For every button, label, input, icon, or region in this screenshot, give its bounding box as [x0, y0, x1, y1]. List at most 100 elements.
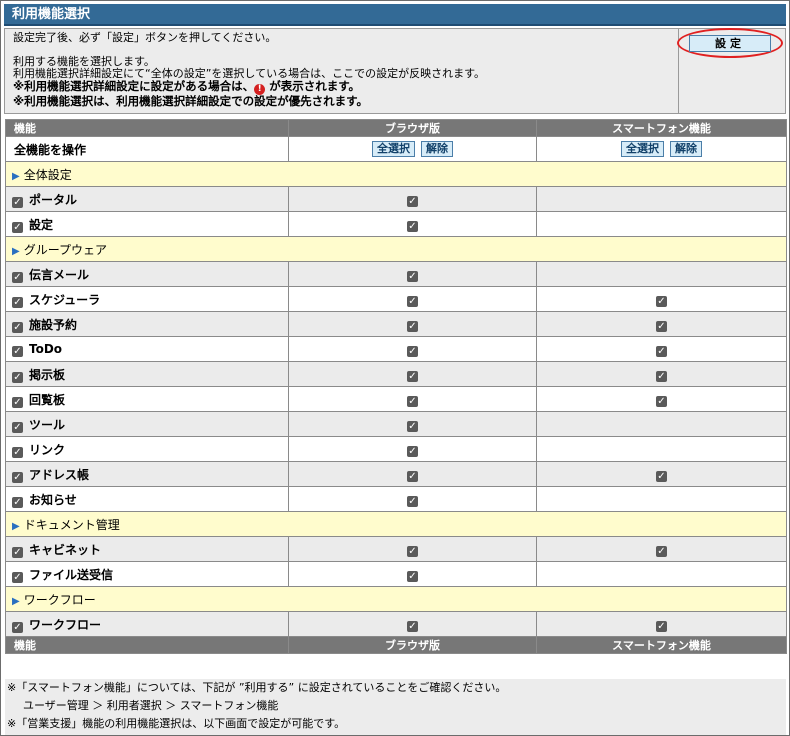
function-label: 伝言メール — [29, 267, 90, 282]
browser-cell: ✓ — [288, 561, 537, 587]
smartphone-checkbox[interactable]: ✓ — [656, 545, 667, 557]
function-checkbox[interactable]: ✓ — [12, 345, 23, 357]
smartphone-cell: ✓ — [536, 336, 787, 362]
section-title: グループウェア — [23, 242, 107, 257]
smartphone-checkbox[interactable]: ✓ — [656, 620, 667, 632]
function-checkbox[interactable]: ✓ — [12, 396, 23, 408]
table-row: ✓ 回覧板 ✓ ✓ — [5, 386, 787, 412]
smartphone-checkbox[interactable]: ✓ — [656, 295, 667, 307]
footer-smartphone: スマートフォン機能 — [536, 636, 787, 654]
smartphone-checkbox[interactable]: ✓ — [656, 395, 667, 407]
table-header: 機能 ブラウザ版 スマートフォン機能 — [5, 119, 787, 137]
function-label: ファイル送受信 — [29, 567, 114, 582]
function-table: 機能 ブラウザ版 スマートフォン機能 全機能を操作 全選択 解除 全選択 解除 ▶ 全… — [5, 119, 787, 654]
function-checkbox[interactable]: ✓ — [12, 446, 23, 458]
smartphone-checkbox[interactable]: ✓ — [656, 470, 667, 482]
function-cell: ✓ ツール — [5, 411, 289, 437]
browser-clear-button[interactable]: 解除 — [421, 141, 453, 157]
function-checkbox[interactable]: ✓ — [12, 496, 23, 508]
triangle-right-icon[interactable]: ▶ — [12, 596, 20, 607]
smartphone-cell — [536, 561, 787, 587]
browser-select-all-button[interactable]: 全選択 — [372, 141, 415, 157]
browser-cell: ✓ — [288, 436, 537, 462]
browser-checkbox[interactable]: ✓ — [407, 570, 418, 582]
header-browser: ブラウザ版 — [288, 119, 537, 137]
browser-checkbox[interactable]: ✓ — [407, 620, 418, 632]
browser-cell: ✓ — [288, 336, 537, 362]
browser-checkbox[interactable]: ✓ — [407, 345, 418, 357]
table-row: ✓ スケジューラ ✓ ✓ — [5, 286, 787, 312]
table-row: ✓ ポータル ✓ — [5, 186, 787, 212]
browser-cell: ✓ — [288, 411, 537, 437]
function-checkbox[interactable]: ✓ — [12, 621, 23, 633]
smartphone-cell — [536, 261, 787, 287]
function-checkbox[interactable]: ✓ — [12, 321, 23, 333]
browser-cell: ✓ — [288, 386, 537, 412]
table-row: ✓ お知らせ ✓ — [5, 486, 787, 512]
instructions: 設定完了後、必ず「設定」ボタンを押してください。 利用する機能を選択します。 利… — [13, 32, 673, 108]
function-cell: ✓ キャビネット — [5, 536, 289, 562]
section-row: ▶ ワークフロー — [5, 586, 787, 612]
browser-checkbox[interactable]: ✓ — [407, 445, 418, 457]
function-checkbox[interactable]: ✓ — [12, 296, 23, 308]
smartphone-cell: ✓ — [536, 311, 787, 337]
section-title: 全体設定 — [23, 167, 72, 182]
function-checkbox[interactable]: ✓ — [12, 196, 23, 208]
smartphone-checkbox[interactable]: ✓ — [656, 370, 667, 382]
warning-text-pre: ※利用機能選択詳細設定に設定がある場合は、 — [13, 79, 255, 93]
all-functions-row: 全機能を操作 全選択 解除 全選択 解除 — [5, 136, 787, 162]
smartphone-cell: ✓ — [536, 461, 787, 487]
browser-cell: ✓ — [288, 361, 537, 387]
browser-checkbox[interactable]: ✓ — [407, 270, 418, 282]
function-cell: ✓ ToDo — [5, 336, 289, 362]
browser-checkbox[interactable]: ✓ — [407, 470, 418, 482]
browser-cell: ✓ — [288, 261, 537, 287]
function-checkbox[interactable]: ✓ — [12, 371, 23, 383]
function-checkbox[interactable]: ✓ — [12, 471, 23, 483]
browser-checkbox[interactable]: ✓ — [407, 320, 418, 332]
settings-path: ユーザー管理 ＞ 利用者選択 ＞ スマートフォン機能 — [23, 699, 279, 712]
triangle-right-icon[interactable]: ▶ — [12, 246, 20, 257]
section-cell: ▶ グループウェア — [5, 236, 787, 262]
function-cell: ✓ 施設予約 — [5, 311, 289, 337]
function-label: 施設予約 — [29, 317, 78, 332]
table-row: ✓ 掲示板 ✓ ✓ — [5, 361, 787, 387]
smartphone-checkbox[interactable]: ✓ — [656, 320, 667, 332]
browser-cell: ✓ — [288, 536, 537, 562]
function-cell: ✓ お知らせ — [5, 486, 289, 512]
header-smartphone: スマートフォン機能 — [536, 119, 787, 137]
smartphone-cell — [536, 411, 787, 437]
function-label: 設定 — [29, 217, 54, 232]
function-checkbox[interactable]: ✓ — [12, 421, 23, 433]
browser-checkbox[interactable]: ✓ — [407, 195, 418, 207]
table-row: ✓ ToDo ✓ ✓ — [5, 336, 787, 362]
footer-function: 機能 — [5, 636, 289, 654]
function-checkbox[interactable]: ✓ — [12, 571, 23, 583]
smartphone-select-all-button[interactable]: 全選択 — [621, 141, 664, 157]
function-cell: ✓ ポータル — [5, 186, 289, 212]
function-checkbox[interactable]: ✓ — [12, 271, 23, 283]
browser-checkbox[interactable]: ✓ — [407, 295, 418, 307]
function-label: ポータル — [29, 192, 78, 207]
browser-cell: ✓ — [288, 211, 537, 237]
browser-checkbox[interactable]: ✓ — [407, 545, 418, 557]
function-checkbox[interactable]: ✓ — [12, 546, 23, 558]
smartphone-checkbox[interactable]: ✓ — [656, 345, 667, 357]
browser-checkbox[interactable]: ✓ — [407, 395, 418, 407]
info-panel: 設定完了後、必ず「設定」ボタンを押してください。 利用する機能を選択します。 利… — [4, 28, 786, 114]
browser-checkbox[interactable]: ✓ — [407, 495, 418, 507]
set-button[interactable]: 設定 — [689, 35, 771, 52]
browser-checkbox[interactable]: ✓ — [407, 420, 418, 432]
browser-cell: ✓ — [288, 611, 537, 637]
triangle-right-icon[interactable]: ▶ — [12, 521, 20, 532]
table-row: ✓ ツール ✓ — [5, 411, 787, 437]
function-checkbox[interactable]: ✓ — [12, 221, 23, 233]
function-cell: ✓ ファイル送受信 — [5, 561, 289, 587]
note-line: ※「営業支援」機能の利用機能選択は、以下画面で設定が可能です。 — [7, 717, 346, 730]
smartphone-clear-button[interactable]: 解除 — [670, 141, 702, 157]
browser-checkbox[interactable]: ✓ — [407, 220, 418, 232]
table-row: ✓ 伝言メール ✓ — [5, 261, 787, 287]
browser-checkbox[interactable]: ✓ — [407, 370, 418, 382]
section-row: ▶ 全体設定 — [5, 161, 787, 187]
triangle-right-icon[interactable]: ▶ — [12, 171, 20, 182]
